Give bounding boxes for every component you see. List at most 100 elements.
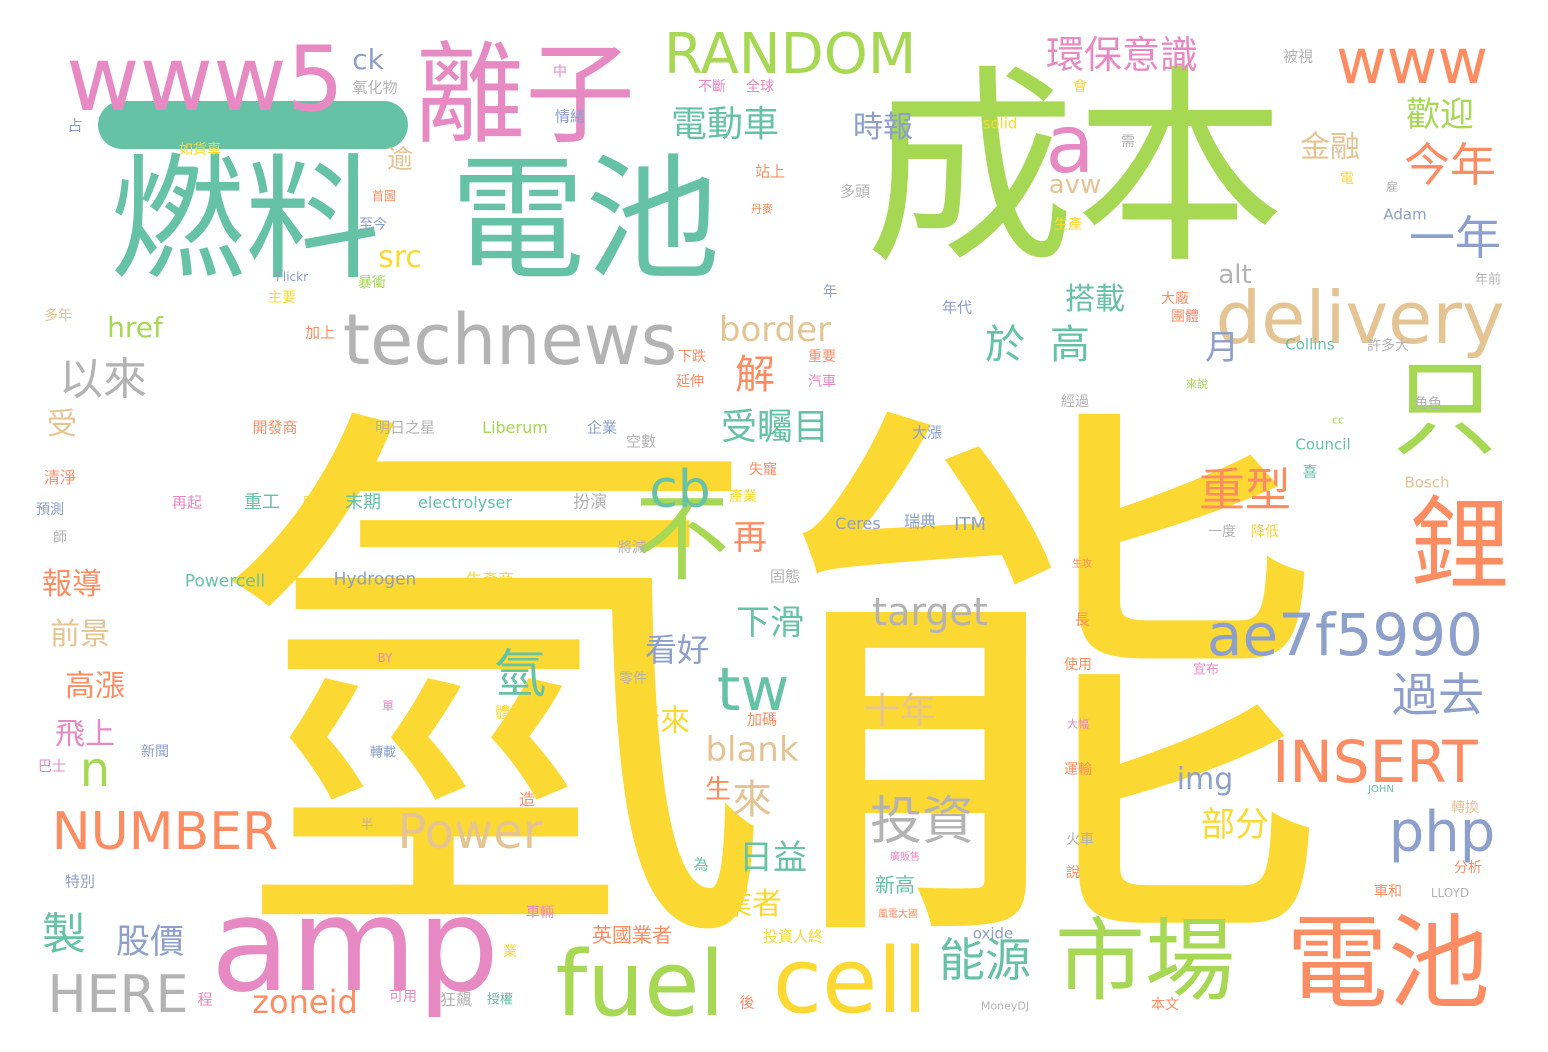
cloud-word: 部分 [1201, 805, 1269, 845]
cloud-word: 為 [693, 855, 709, 874]
cloud-word: 團體 [1171, 309, 1199, 325]
cloud-word: 重型 [1199, 463, 1291, 517]
cloud-word: www5 [65, 27, 345, 132]
cloud-word: 固態 [769, 567, 801, 586]
cloud-word: 電 [1340, 171, 1354, 187]
cloud-word: 中 [553, 64, 567, 80]
cloud-word: 被視 [1282, 47, 1314, 66]
cloud-word: BY [377, 651, 393, 665]
cloud-word: 年代 [941, 298, 973, 317]
cloud-word: 經過 [1061, 394, 1089, 410]
cloud-word: 後 [739, 993, 755, 1012]
cloud-word: 生產 [1054, 217, 1082, 233]
cloud-word: 製 [42, 909, 86, 960]
cloud-word: 風電大國 [878, 909, 918, 920]
cloud-word: 體認 [494, 703, 526, 722]
cloud-word: 年前 [1474, 272, 1502, 288]
cloud-word: 市場 [1055, 909, 1235, 1014]
cloud-word: 投資人終 [762, 927, 824, 946]
cloud-word: 狂飆 [439, 990, 473, 1009]
cloud-word: 看好 [644, 631, 710, 669]
cloud-word: 股價 [116, 922, 184, 962]
cloud-word: Flickr [275, 270, 309, 284]
cloud-word: href [107, 311, 163, 344]
cloud-word: 情緒 [554, 107, 586, 126]
cloud-word: 如貨車 [179, 142, 221, 158]
cloud-word: 今年 [1404, 138, 1496, 192]
cloud-word: 電動車 [670, 104, 780, 145]
cloud-word: 角色 [1414, 396, 1442, 412]
cloud-word: 金融 [1300, 130, 1360, 165]
cloud-word: cell [772, 929, 928, 1034]
cloud-word: 全球 [746, 79, 774, 95]
cloud-word: 重工 [244, 492, 280, 513]
cloud-word: 再起 [171, 493, 203, 512]
cloud-word: 車和 [1374, 884, 1402, 900]
cloud-word: 雇 [1385, 180, 1399, 194]
cloud-word: 半 [360, 817, 374, 833]
cloud-word: zoneid [252, 983, 358, 1021]
cloud-word: 師 [53, 530, 67, 546]
cloud-word: 多頭 [839, 182, 871, 201]
cloud-word: 日益 [739, 838, 807, 878]
cloud-word: 受 [47, 407, 77, 442]
cloud-word: 長 [1074, 610, 1090, 629]
cloud-word: INSERT [1272, 728, 1478, 796]
cloud-word: cb [649, 460, 711, 520]
cloud-word: 開發商 [252, 418, 298, 437]
cloud-word: 解 [735, 352, 775, 398]
cloud-word: 說 [1066, 865, 1080, 881]
cloud-word: 閱讀 [302, 495, 330, 511]
cloud-word: 鋰 [1410, 486, 1510, 603]
cloud-word: 業 [503, 944, 517, 960]
cloud-word: 歡迎 [1406, 95, 1474, 135]
cloud-word: 來 [732, 777, 772, 823]
cloud-word: 氫 [493, 645, 547, 705]
cloud-word: 搭載 [1065, 282, 1125, 317]
cloud-word: 轉載 [369, 745, 397, 761]
cloud-word: NUMBER [51, 802, 279, 862]
cloud-word: border [718, 310, 832, 350]
cloud-word: 燃料 [110, 141, 380, 299]
cloud-word: ck [352, 43, 384, 76]
cloud-word: 主要 [268, 290, 296, 306]
cloud-word: electrolyser [418, 493, 512, 512]
cloud-word: 程 [197, 990, 213, 1009]
cloud-word: 重要 [808, 349, 836, 365]
cloud-word: delivery [1215, 276, 1505, 360]
cloud-word: JOHN [1368, 784, 1394, 795]
cloud-word: Bosch [1404, 473, 1450, 492]
cloud-word: 將減 [618, 540, 646, 556]
cloud-word: 於 [985, 322, 1025, 368]
cloud-word: 電池 [1286, 905, 1490, 1024]
cloud-word: 巴士 [38, 759, 66, 775]
cloud-word: 環保意識 [1045, 33, 1199, 77]
cloud-word: 加碼 [746, 710, 778, 729]
cloud-word: 宣布 [1192, 662, 1220, 678]
cloud-word: 多年 [44, 308, 72, 324]
cloud-word: 需 [1121, 134, 1135, 150]
cloud-word: 來說 [1186, 377, 1208, 391]
cloud-word: 單 [381, 699, 395, 713]
cloud-word: 報導 [42, 567, 102, 602]
cloud-word: 前景 [50, 617, 110, 652]
cloud-word: 英國業者 [592, 923, 672, 947]
cloud-word: 加上 [304, 323, 336, 342]
cloud-word: 占 [67, 116, 83, 135]
cloud-word: 投資 [869, 792, 975, 852]
cloud-word: 失寵 [749, 462, 777, 478]
cloud-word: Adam [1383, 205, 1427, 224]
cloud-word: 如今 [614, 604, 642, 620]
cloud-word: Powercell [184, 571, 266, 592]
cloud-word: 下滑 [736, 603, 804, 643]
cloud-word: 扮演 [573, 492, 607, 513]
cloud-word: 瑞典 [903, 512, 937, 531]
cloud-word: 造 [518, 790, 536, 809]
cloud-word: Ceres [835, 514, 881, 533]
cloud-word: 丹麥 [751, 202, 773, 216]
cloud-word: 首圖 [371, 189, 397, 203]
cloud-word: 站上 [754, 162, 786, 181]
cloud-word: ae7f5990 [1206, 601, 1484, 669]
cloud-word: 年 [823, 284, 837, 300]
cloud-word: 產業 [729, 489, 757, 505]
